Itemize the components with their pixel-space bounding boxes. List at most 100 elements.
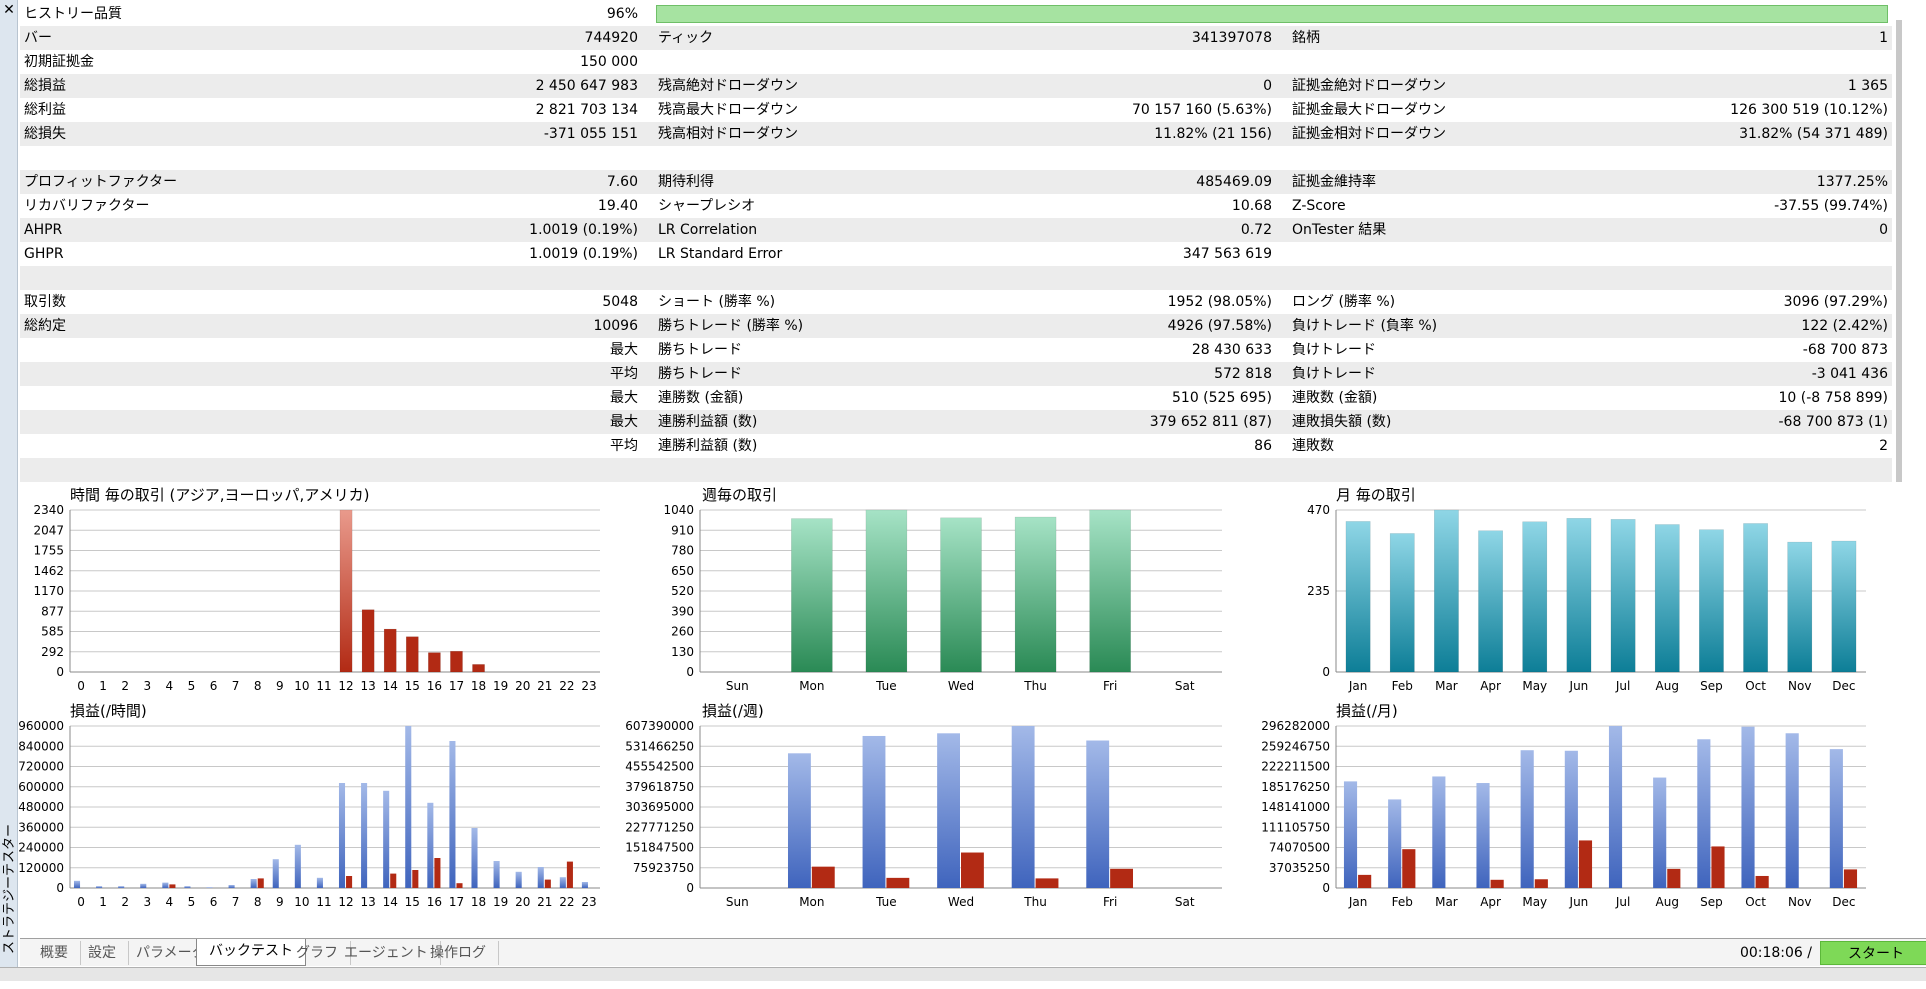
x-tick-label: 6 (210, 895, 218, 909)
x-tick-label: Feb (1392, 679, 1413, 693)
profit-bar (471, 828, 478, 888)
y-tick-label: 303695000 (625, 800, 694, 814)
x-tick-label: 20 (515, 895, 530, 909)
stats-row: 初期証拠金 150 000 (20, 50, 1892, 74)
stat-value: 最大 (610, 414, 638, 430)
x-tick-label: 1 (99, 895, 107, 909)
chart-bar (472, 664, 485, 673)
x-tick-label: 23 (581, 679, 596, 693)
loss-bar (1035, 878, 1059, 888)
x-tick-label: Mar (1435, 895, 1458, 909)
chart-bar (1478, 530, 1503, 673)
profit-bar (184, 886, 191, 888)
y-tick-label: 37035250 (1269, 861, 1330, 875)
stat-label (24, 410, 324, 434)
stat-label: 総損失 (24, 126, 66, 142)
stat-value: 86 (1254, 438, 1272, 454)
x-tick-label: 14 (383, 679, 398, 693)
x-tick-label: Sun (726, 895, 749, 909)
close-icon[interactable]: ✕ (1, 2, 17, 18)
profit-bar (1741, 726, 1755, 888)
stat-value: 1 (1879, 30, 1888, 46)
profit-bar (1785, 733, 1799, 888)
y-tick-label: 74070500 (1269, 841, 1330, 855)
stat-value: 510 (525 695) (1172, 390, 1272, 406)
x-tick-label: Thu (1023, 895, 1047, 909)
stat-label: ヒストリー品質 (24, 6, 122, 22)
x-tick-label: Wed (948, 895, 974, 909)
profit-bar (1520, 750, 1534, 888)
stat-label: AHPR (24, 222, 63, 238)
chart-hourly-trades: 0292585877117014621755204723400 1 2 3 4 5 6 7 8 9… (33, 503, 600, 693)
stat-value: 1377.25% (1816, 174, 1888, 190)
loss-bar (544, 879, 551, 888)
stat-value: 平均 (610, 366, 638, 382)
x-tick-label: 10 (294, 895, 309, 909)
chart-title: 損益(/月) (1336, 702, 1398, 720)
profit-bar (118, 886, 125, 888)
stat-label: 総約定 (24, 318, 66, 334)
loss-bar (1711, 846, 1725, 888)
chart-bar (791, 518, 833, 673)
stat-label: 総利益 (24, 102, 66, 118)
loss-bar (566, 861, 573, 888)
x-tick-label: Oct (1745, 679, 1766, 693)
y-tick-label: 260 (671, 625, 694, 639)
chart-bar (1610, 519, 1636, 673)
x-tick-label: Apr (1480, 895, 1501, 909)
loss-bar (1578, 840, 1593, 888)
profit-bar (405, 726, 412, 888)
y-tick-label: 75923750 (633, 861, 694, 875)
stat-value: 3096 (97.29%) (1783, 294, 1888, 310)
chart-bar (450, 650, 463, 673)
x-tick-label: Nov (1788, 895, 1811, 909)
stat-value: 96% (606, 6, 638, 22)
stat-value: -68 700 873 (1) (1778, 414, 1889, 430)
x-tick-label: Mon (799, 895, 824, 909)
y-tick-label: 0 (56, 881, 64, 895)
x-tick-label: Dec (1832, 895, 1855, 909)
stat-label: 初期証拠金 (24, 54, 94, 70)
y-tick-label: 1170 (33, 584, 64, 598)
tab-0[interactable]: 概要 (28, 941, 81, 965)
stats-row (20, 458, 1892, 482)
x-tick-label: 18 (471, 895, 486, 909)
stats-row (20, 146, 1892, 170)
y-tick-label: 1040 (663, 503, 694, 517)
sidebar: ✕ ストラテジーテスター (0, 0, 18, 981)
x-tick-label: Fri (1103, 895, 1117, 909)
stats-row: GHPR 1.0019 (0.19%) LR Standard Error 347 5… (20, 242, 1892, 266)
y-tick-label: 650 (671, 564, 694, 578)
chart-title: 損益(/時間) (70, 702, 147, 720)
x-tick-label: 8 (254, 679, 262, 693)
stat-label: バー (24, 30, 52, 46)
x-tick-label: 3 (143, 895, 151, 909)
stat-value: 122 (2.42%) (1801, 318, 1888, 334)
profit-bar (1388, 799, 1402, 888)
stat-value: 10096 (593, 318, 638, 334)
y-tick-label: 2340 (33, 503, 64, 517)
profit-bar (1343, 781, 1358, 888)
y-tick-label: 910 (671, 523, 694, 537)
stat-value: 1 365 (1847, 78, 1888, 94)
stat-label (24, 338, 324, 362)
loss-bar (1755, 875, 1769, 888)
x-tick-label: Jun (1569, 679, 1589, 693)
x-tick-label: Tue (875, 895, 897, 909)
stats-row: プロフィットファクター 7.60 期待利得 485469.09 証拠金維持率 1377.2… (20, 170, 1892, 194)
tab-6[interactable]: 操作ログ (418, 941, 499, 965)
chart-monthly-pnl: 0 37035250 74070500 111105750 148141000 18517… (1261, 719, 1866, 909)
vertical-scrollbar[interactable] (1896, 20, 1902, 482)
y-tick-label: 1755 (33, 544, 64, 558)
stat-value: 7.60 (606, 174, 638, 190)
start-button[interactable]: スタート (1820, 941, 1926, 965)
profit-bar (449, 741, 456, 888)
y-tick-label: 222211500 (1261, 760, 1330, 774)
x-tick-label: 7 (232, 895, 240, 909)
x-tick-label: 12 (338, 895, 353, 909)
tab-1[interactable]: 設定 (76, 941, 129, 965)
stat-value: -68 700 873 (1802, 342, 1888, 358)
y-tick-label: 520 (671, 584, 694, 598)
x-tick-label: 17 (449, 679, 464, 693)
y-tick-label: 840000 (18, 739, 64, 753)
